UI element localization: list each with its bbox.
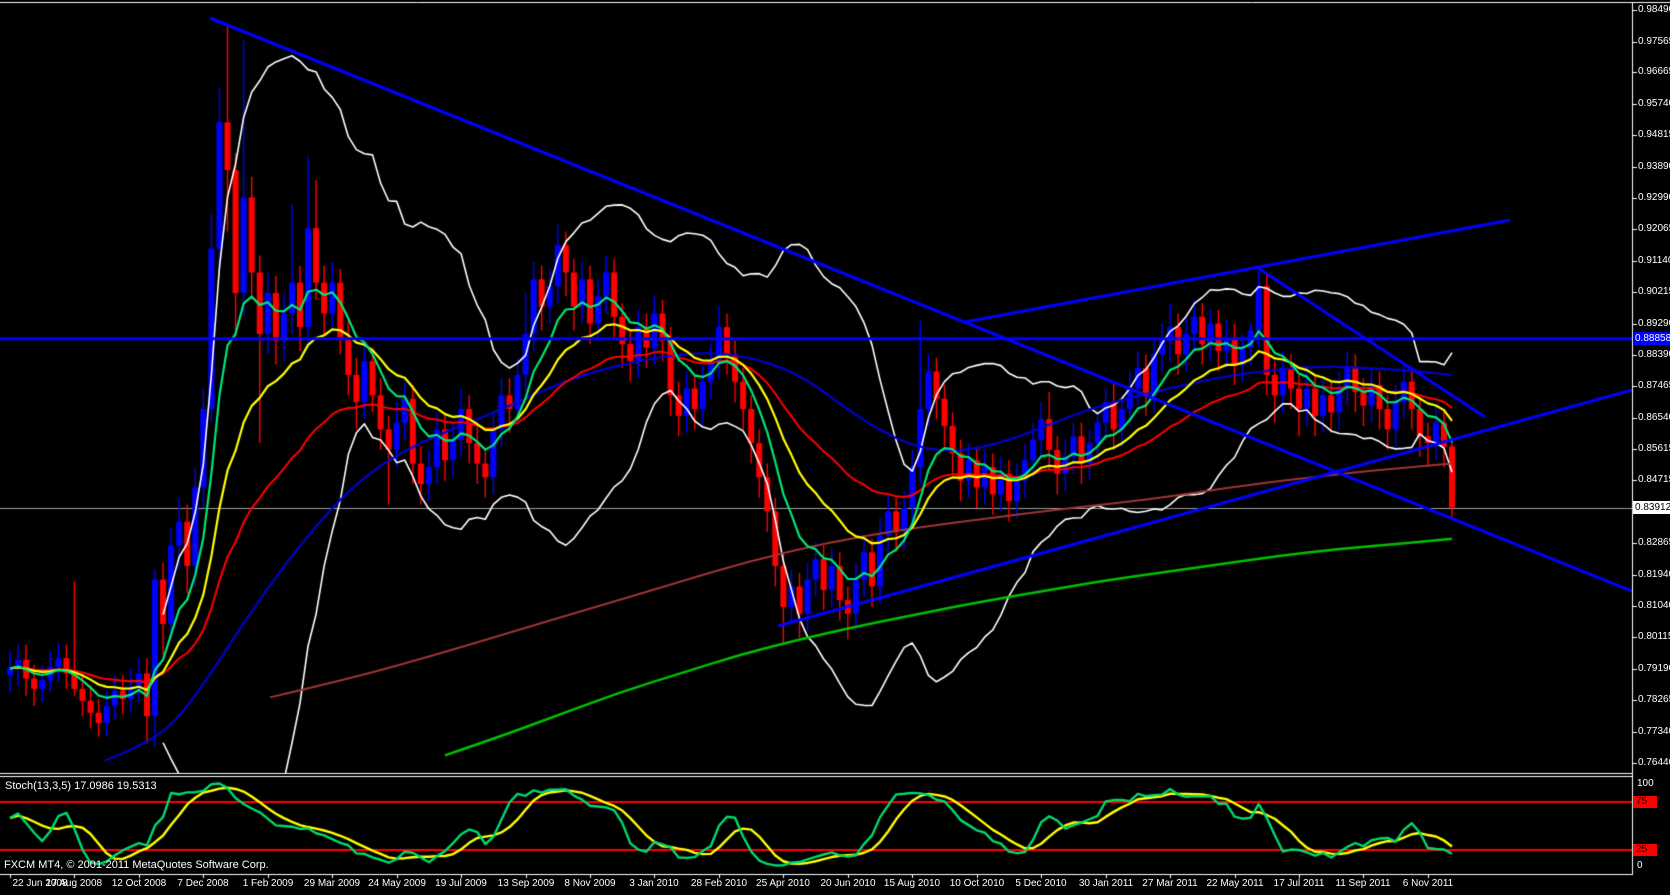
- price-chart-canvas[interactable]: [0, 0, 1670, 895]
- price-axis-label: 0.92990: [1638, 192, 1670, 204]
- price-axis-label: 0.76440: [1638, 757, 1670, 769]
- price-axis-label: 0.81940: [1638, 569, 1670, 581]
- price-axis-label: 0.98490: [1638, 4, 1670, 16]
- price-axis-label: 0.87465: [1638, 380, 1670, 392]
- price-axis-label: 0.88390: [1638, 349, 1670, 361]
- price-axis-label: 0.78265: [1638, 694, 1670, 706]
- price-axis-label: 0.96665: [1638, 66, 1670, 78]
- price-axis-label: 0.90215: [1638, 286, 1670, 298]
- stoch-scale-max: 100: [1637, 778, 1654, 789]
- price-axis-label: 0.91140: [1638, 255, 1670, 267]
- price-axis-label: 0.95740: [1638, 98, 1670, 110]
- price-axis-label: 0.93890: [1638, 161, 1670, 173]
- stoch-level-75-badge: 75: [1633, 796, 1657, 808]
- stochastic-indicator-label: Stoch(13,3,5) 17.0986 19.5313: [5, 780, 157, 792]
- price-axis-label: 0.86540: [1638, 412, 1670, 424]
- price-axis-label: 0.92065: [1638, 223, 1670, 235]
- current-price-badge: 0.83912: [1633, 501, 1670, 514]
- date-axis-label: 6 Nov 2011: [1390, 878, 1466, 890]
- price-axis-label: 0.79190: [1638, 663, 1670, 675]
- stoch-level-25-badge: 25: [1633, 844, 1657, 856]
- price-axis-label: 0.82865: [1638, 537, 1670, 549]
- price-axis-label: 0.81040: [1638, 600, 1670, 612]
- price-axis-label: 0.80115: [1638, 631, 1670, 643]
- horizontal-price-line-badge[interactable]: 0.88858: [1633, 332, 1670, 345]
- price-axis-label: 0.84715: [1638, 474, 1670, 486]
- price-axis-label: 0.97565: [1638, 36, 1670, 48]
- price-axis-label: 0.94815: [1638, 129, 1670, 141]
- mt4-chart-window: 0.98490 0.97565 0.96665 0.95740 0.94815 0.938…: [0, 0, 1670, 895]
- price-axis-label: 0.77340: [1638, 726, 1670, 738]
- stoch-scale-min: 0: [1637, 860, 1643, 871]
- price-axis-label: 0.85615: [1638, 443, 1670, 455]
- price-axis-label: 0.89290: [1638, 318, 1670, 330]
- copyright-text: FXCM MT4, © 2001-2011 MetaQuotes Softwar…: [4, 859, 269, 871]
